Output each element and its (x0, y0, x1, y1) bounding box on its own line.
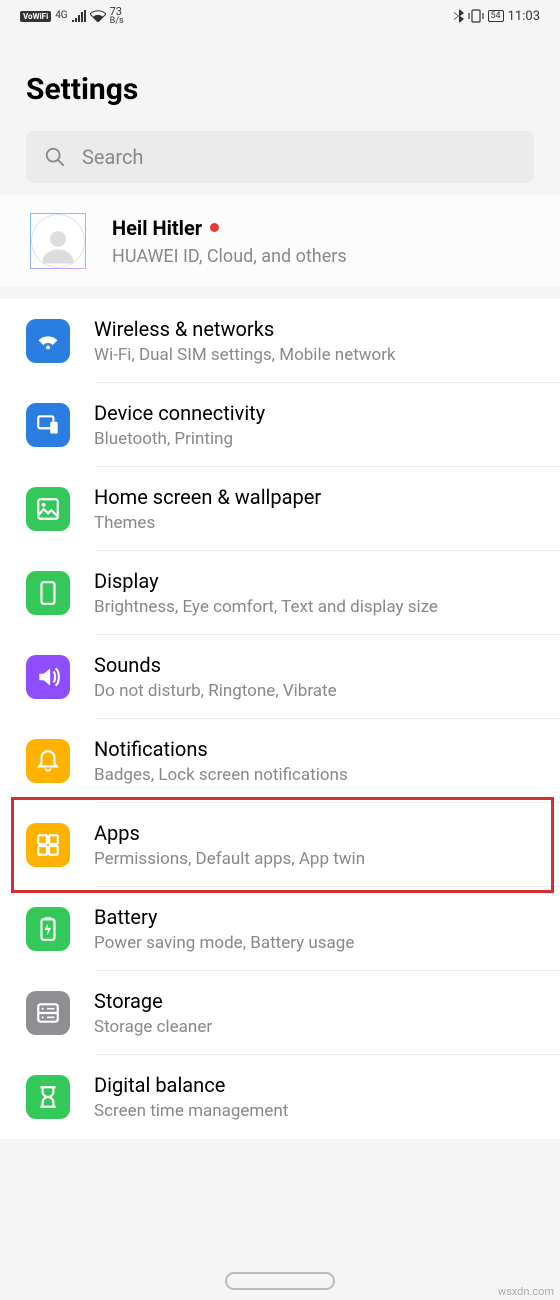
wifi-status-icon (90, 10, 106, 22)
item-title: Display (94, 569, 438, 593)
item-text: Notifications Badges, Lock screen notifi… (94, 737, 348, 785)
item-title: Digital balance (94, 1073, 288, 1097)
person-icon (37, 225, 79, 267)
device-connect-icon (26, 403, 70, 447)
settings-item-notifications[interactable]: Notifications Badges, Lock screen notifi… (0, 719, 560, 803)
item-subtitle: Badges, Lock screen notifications (94, 765, 348, 785)
item-subtitle: Themes (94, 513, 321, 533)
item-title: Storage (94, 989, 212, 1013)
status-left: VoWiFi 4G 73 B/s (20, 6, 124, 26)
avatar (30, 213, 86, 269)
item-subtitle: Brightness, Eye comfort, Text and displa… (94, 597, 438, 617)
item-subtitle: Do not disturb, Ringtone, Vibrate (94, 681, 337, 701)
settings-item-battery[interactable]: Battery Power saving mode, Battery usage (0, 887, 560, 971)
nav-pill[interactable] (225, 1272, 335, 1290)
search-icon (44, 146, 66, 168)
item-subtitle: Permissions, Default apps, App twin (94, 849, 365, 869)
settings-item-display[interactable]: Display Brightness, Eye comfort, Text an… (0, 551, 560, 635)
settings-item-wireless-networks[interactable]: Wireless & networks Wi-Fi, Dual SIM sett… (0, 299, 560, 383)
status-bar: VoWiFi 4G 73 B/s 54 11:03 (0, 0, 560, 32)
settings-item-sounds[interactable]: Sounds Do not disturb, Ringtone, Vibrate (0, 635, 560, 719)
item-title: Sounds (94, 653, 337, 677)
item-title: Apps (94, 821, 365, 845)
bell-icon (26, 739, 70, 783)
notification-dot (210, 223, 219, 232)
settings-item-home-screen-wallpaper[interactable]: Home screen & wallpaper Themes (0, 467, 560, 551)
item-text: Display Brightness, Eye comfort, Text an… (94, 569, 438, 617)
search-bar[interactable]: Search (26, 131, 534, 183)
search-placeholder: Search (82, 145, 143, 169)
sound-icon (26, 655, 70, 699)
item-text: Sounds Do not disturb, Ringtone, Vibrate (94, 653, 337, 701)
balance-icon (26, 1075, 70, 1119)
bluetooth-icon (454, 9, 464, 23)
apps-icon (26, 823, 70, 867)
vibrate-icon (468, 9, 484, 23)
clock: 11:03 (508, 9, 540, 24)
page-title: Settings (0, 32, 560, 131)
display-icon (26, 571, 70, 615)
settings-item-apps[interactable]: Apps Permissions, Default apps, App twin (0, 803, 560, 887)
settings-item-digital-balance[interactable]: Digital balance Screen time management (0, 1055, 560, 1139)
vowifi-badge: VoWiFi (20, 11, 51, 22)
item-title: Battery (94, 905, 354, 929)
item-subtitle: Bluetooth, Printing (94, 429, 265, 449)
status-right: 54 11:03 (454, 9, 541, 24)
item-text: Device connectivity Bluetooth, Printing (94, 401, 265, 449)
settings-list: Wireless & networks Wi-Fi, Dual SIM sett… (0, 299, 560, 1139)
item-text: Digital balance Screen time management (94, 1073, 288, 1121)
item-text: Battery Power saving mode, Battery usage (94, 905, 354, 953)
item-title: Device connectivity (94, 401, 265, 425)
signal-gen-label: 4G (55, 11, 67, 21)
account-text: Heil Hitler HUAWEI ID, Cloud, and others (112, 216, 347, 267)
account-name: Heil Hitler (112, 216, 202, 240)
wifi-icon (26, 319, 70, 363)
item-title: Wireless & networks (94, 317, 396, 341)
settings-item-device-connectivity[interactable]: Device connectivity Bluetooth, Printing (0, 383, 560, 467)
signal-bars-icon (72, 10, 86, 22)
item-subtitle: Screen time management (94, 1101, 288, 1121)
item-subtitle: Wi-Fi, Dual SIM settings, Mobile network (94, 345, 396, 365)
network-speed: 73 B/s (110, 6, 124, 26)
wallpaper-icon (26, 487, 70, 531)
account-row[interactable]: Heil Hitler HUAWEI ID, Cloud, and others (0, 195, 560, 287)
account-subtitle: HUAWEI ID, Cloud, and others (112, 246, 347, 267)
item-text: Apps Permissions, Default apps, App twin (94, 821, 365, 869)
battery-indicator: 54 (488, 10, 504, 22)
storage-icon (26, 991, 70, 1035)
battery-icon (26, 907, 70, 951)
item-subtitle: Power saving mode, Battery usage (94, 933, 354, 953)
item-subtitle: Storage cleaner (94, 1017, 212, 1037)
item-text: Home screen & wallpaper Themes (94, 485, 321, 533)
watermark: wsxdn.com (498, 1285, 554, 1298)
item-title: Home screen & wallpaper (94, 485, 321, 509)
settings-item-storage[interactable]: Storage Storage cleaner (0, 971, 560, 1055)
item-text: Wireless & networks Wi-Fi, Dual SIM sett… (94, 317, 396, 365)
item-text: Storage Storage cleaner (94, 989, 212, 1037)
item-title: Notifications (94, 737, 348, 761)
